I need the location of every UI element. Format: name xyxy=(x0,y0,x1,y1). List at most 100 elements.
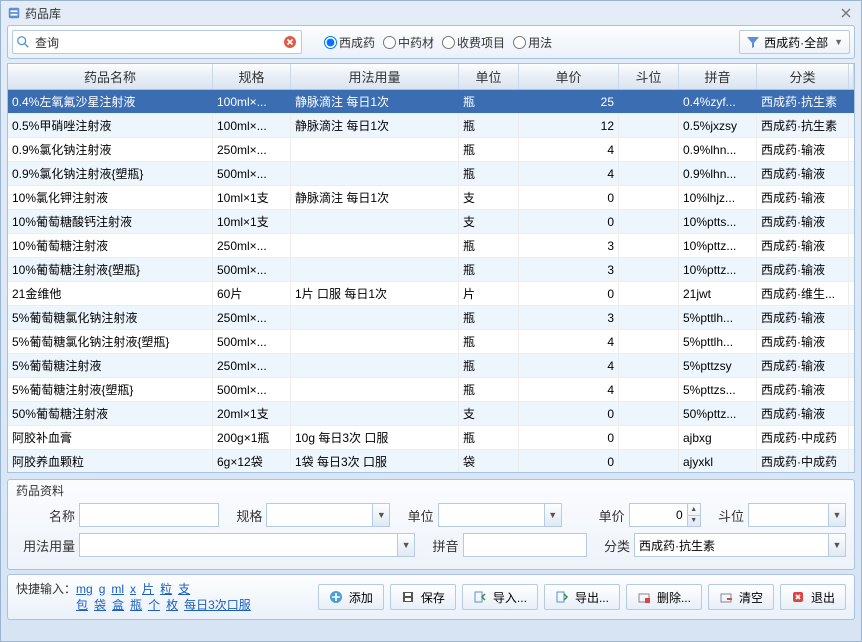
clear-search-icon[interactable] xyxy=(279,35,301,49)
cell: 西成药·输液 xyxy=(757,354,849,377)
chevron-down-icon[interactable]: ▼ xyxy=(828,503,846,527)
quick-link[interactable]: 袋 xyxy=(94,598,106,612)
table-row[interactable]: 10%葡萄糖注射液250ml×...瓶310%pttz...西成药·输液 xyxy=(8,234,854,258)
table-row[interactable]: 阿胶补血膏200g×1瓶10g 每日3次 口服瓶0ajbxg西成药·中成药 xyxy=(8,426,854,450)
cell xyxy=(291,162,459,185)
table-row[interactable]: 10%葡萄糖酸钙注射液10ml×1支支010%ptts...西成药·输液 xyxy=(8,210,854,234)
cell: 西成药·中成药 xyxy=(757,426,849,449)
table-row[interactable]: 5%葡萄糖氯化钠注射液250ml×...瓶35%pttlh...西成药·输液 xyxy=(8,306,854,330)
close-icon[interactable] xyxy=(837,4,855,22)
save-button[interactable]: 保存 xyxy=(390,584,456,610)
cell: 3 xyxy=(519,234,619,257)
chevron-down-icon[interactable]: ▼ xyxy=(372,503,390,527)
col-header[interactable]: 斗位 xyxy=(619,64,679,89)
cell: 瓶 xyxy=(459,354,519,377)
cell xyxy=(619,354,679,377)
col-header[interactable]: 药品名称 xyxy=(8,64,213,89)
radio-西成药[interactable]: 西成药 xyxy=(324,34,375,51)
cell: 西成药·输液 xyxy=(757,258,849,281)
quick-link[interactable]: 瓶 xyxy=(130,598,142,612)
data-grid: 药品名称规格用法用量单位单价斗位拼音分类 0.4%左氧氟沙星注射液100ml×.… xyxy=(7,63,855,473)
quick-link[interactable]: mg xyxy=(76,582,93,596)
delete-button[interactable]: 删除... xyxy=(626,584,702,610)
spin-up-icon[interactable]: ▲ xyxy=(688,504,700,516)
cell: 3 xyxy=(519,258,619,281)
table-row[interactable]: 21金维他60片1片 口服 每日1次片021jwt西成药·维生... xyxy=(8,282,854,306)
radio-收费项目[interactable]: 收费项目 xyxy=(442,34,505,51)
py-field[interactable] xyxy=(463,533,587,557)
quick-link[interactable]: 粒 xyxy=(160,582,172,596)
quick-link[interactable]: g xyxy=(99,582,106,596)
table-row[interactable]: 阿胶养血颗粒6g×12袋1袋 每日3次 口服袋0ajyxkl西成药·中成药 xyxy=(8,450,854,472)
quick-link[interactable]: 片 xyxy=(142,582,154,596)
cat-combo[interactable]: ▼ xyxy=(634,533,846,557)
unit-combo[interactable]: ▼ xyxy=(438,503,562,527)
spec-input[interactable] xyxy=(266,503,372,527)
quick-link[interactable]: 盒 xyxy=(112,598,124,612)
table-row[interactable]: 5%葡萄糖氯化钠注射液{塑瓶}500ml×...瓶45%pttlh...西成药·… xyxy=(8,330,854,354)
price-label: 单价 xyxy=(566,506,625,525)
quick-link[interactable]: 个 xyxy=(148,598,160,612)
price-spinner[interactable]: ▲▼ xyxy=(629,503,701,527)
cell: 西成药·抗生素 xyxy=(757,90,849,113)
price-input[interactable] xyxy=(629,503,687,527)
col-header[interactable]: 用法用量 xyxy=(291,64,459,89)
titlebar: 药品库 xyxy=(1,1,861,25)
table-row[interactable]: 0.4%左氧氟沙星注射液100ml×...静脉滴注 每日1次瓶250.4%zyf… xyxy=(8,90,854,114)
cell: 200g×1瓶 xyxy=(213,426,291,449)
cell: 250ml×... xyxy=(213,354,291,377)
pos-combo[interactable]: ▼ xyxy=(748,503,846,527)
quick-link[interactable]: 每日3次口服 xyxy=(184,598,251,612)
unit-input[interactable] xyxy=(438,503,544,527)
usage-input[interactable] xyxy=(79,533,397,557)
spin-down-icon[interactable]: ▼ xyxy=(688,516,700,527)
cell: 500ml×... xyxy=(213,162,291,185)
pos-input[interactable] xyxy=(748,503,828,527)
col-header[interactable]: 拼音 xyxy=(679,64,757,89)
spec-combo[interactable]: ▼ xyxy=(266,503,390,527)
exit-button[interactable]: 退出 xyxy=(780,584,846,610)
cell: 瓶 xyxy=(459,378,519,401)
chevron-down-icon[interactable]: ▼ xyxy=(544,503,562,527)
cell: 瓶 xyxy=(459,138,519,161)
quick-link[interactable]: ml xyxy=(111,582,124,596)
table-row[interactable]: 10%氯化钾注射液10ml×1支静脉滴注 每日1次支010%lhjz...西成药… xyxy=(8,186,854,210)
cell: 瓶 xyxy=(459,426,519,449)
search-input[interactable] xyxy=(61,32,279,52)
table-row[interactable]: 0.9%氯化钠注射液250ml×...瓶40.9%lhn...西成药·输液 xyxy=(8,138,854,162)
grid-body[interactable]: 0.4%左氧氟沙星注射液100ml×...静脉滴注 每日1次瓶250.4%zyf… xyxy=(8,90,854,472)
quick-link[interactable]: 包 xyxy=(76,598,88,612)
clear-button[interactable]: 清空 xyxy=(708,584,774,610)
table-row[interactable]: 5%葡萄糖注射液250ml×...瓶45%pttzsy西成药·输液 xyxy=(8,354,854,378)
quick-link[interactable]: x xyxy=(130,582,136,596)
cell: 0.4%左氧氟沙星注射液 xyxy=(8,90,213,113)
cell: 250ml×... xyxy=(213,138,291,161)
cell: 支 xyxy=(459,402,519,425)
quick-link[interactable]: 枚 xyxy=(166,598,178,612)
radio-用法[interactable]: 用法 xyxy=(513,34,552,51)
col-header[interactable]: 规格 xyxy=(213,64,291,89)
name-field[interactable] xyxy=(79,503,219,527)
table-row[interactable]: 0.5%甲硝唑注射液100ml×...静脉滴注 每日1次瓶120.5%jxzsy… xyxy=(8,114,854,138)
col-header[interactable]: 单位 xyxy=(459,64,519,89)
cell: 西成药·中成药 xyxy=(757,450,849,472)
quick-link[interactable]: 支 xyxy=(178,582,190,596)
table-row[interactable]: 10%葡萄糖注射液{塑瓶}500ml×...瓶310%pttz...西成药·输液 xyxy=(8,258,854,282)
filter-button[interactable]: 西成药·全部 ▼ xyxy=(739,30,850,54)
col-header[interactable]: 单价 xyxy=(519,64,619,89)
cell: 瓶 xyxy=(459,90,519,113)
import-button[interactable]: 导入... xyxy=(462,584,538,610)
export-button[interactable]: 导出... xyxy=(544,584,620,610)
usage-combo[interactable]: ▼ xyxy=(79,533,415,557)
col-header[interactable]: 分类 xyxy=(757,64,849,89)
table-row[interactable]: 5%葡萄糖注射液{塑瓶}500ml×...瓶45%pttzs...西成药·输液 xyxy=(8,378,854,402)
chevron-down-icon[interactable]: ▼ xyxy=(397,533,415,557)
cell: 500ml×... xyxy=(213,258,291,281)
add-button[interactable]: 添加 xyxy=(318,584,384,610)
chevron-down-icon[interactable]: ▼ xyxy=(828,533,846,557)
table-row[interactable]: 50%葡萄糖注射液20ml×1支支050%pttz...西成药·输液 xyxy=(8,402,854,426)
cat-input[interactable] xyxy=(634,533,828,557)
table-row[interactable]: 0.9%氯化钠注射液{塑瓶}500ml×...瓶40.9%lhn...西成药·输… xyxy=(8,162,854,186)
radio-中药材[interactable]: 中药材 xyxy=(383,34,434,51)
save-icon xyxy=(401,590,415,604)
